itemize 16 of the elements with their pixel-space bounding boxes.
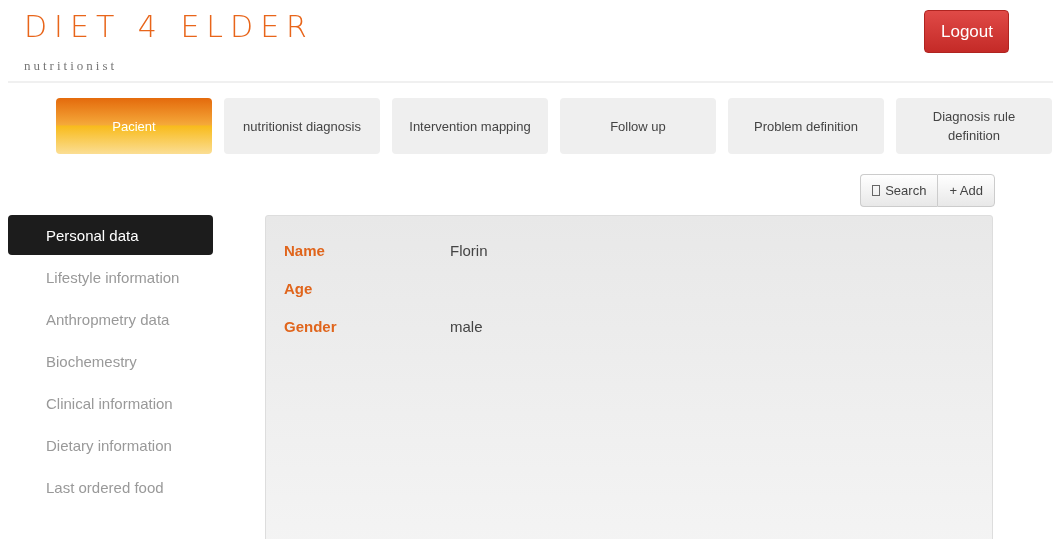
nav-tab[interactable]: Problem definition xyxy=(728,98,884,154)
nav-tab[interactable]: Diagnosis rule definition xyxy=(896,98,1052,154)
brand-title: DIET 4 ELDER xyxy=(24,10,314,44)
brand-subtitle: nutritionist xyxy=(24,58,119,74)
field-label: Age xyxy=(284,280,314,297)
nav-tab[interactable]: Follow up xyxy=(560,98,716,154)
nav-tab[interactable]: nutritionist diagnosis xyxy=(224,98,380,154)
add-button[interactable]: + Add xyxy=(937,174,995,207)
sidebar-item[interactable]: Personal data xyxy=(8,215,213,255)
search-button[interactable]: Search xyxy=(860,174,938,207)
logout-button[interactable]: Logout xyxy=(924,10,1009,53)
field-label: Gender xyxy=(284,318,338,335)
field-value: male xyxy=(450,318,483,335)
field-value: Florin xyxy=(450,242,488,259)
nav-tab[interactable]: Intervention mapping xyxy=(392,98,548,154)
field-label: Name xyxy=(284,242,326,259)
